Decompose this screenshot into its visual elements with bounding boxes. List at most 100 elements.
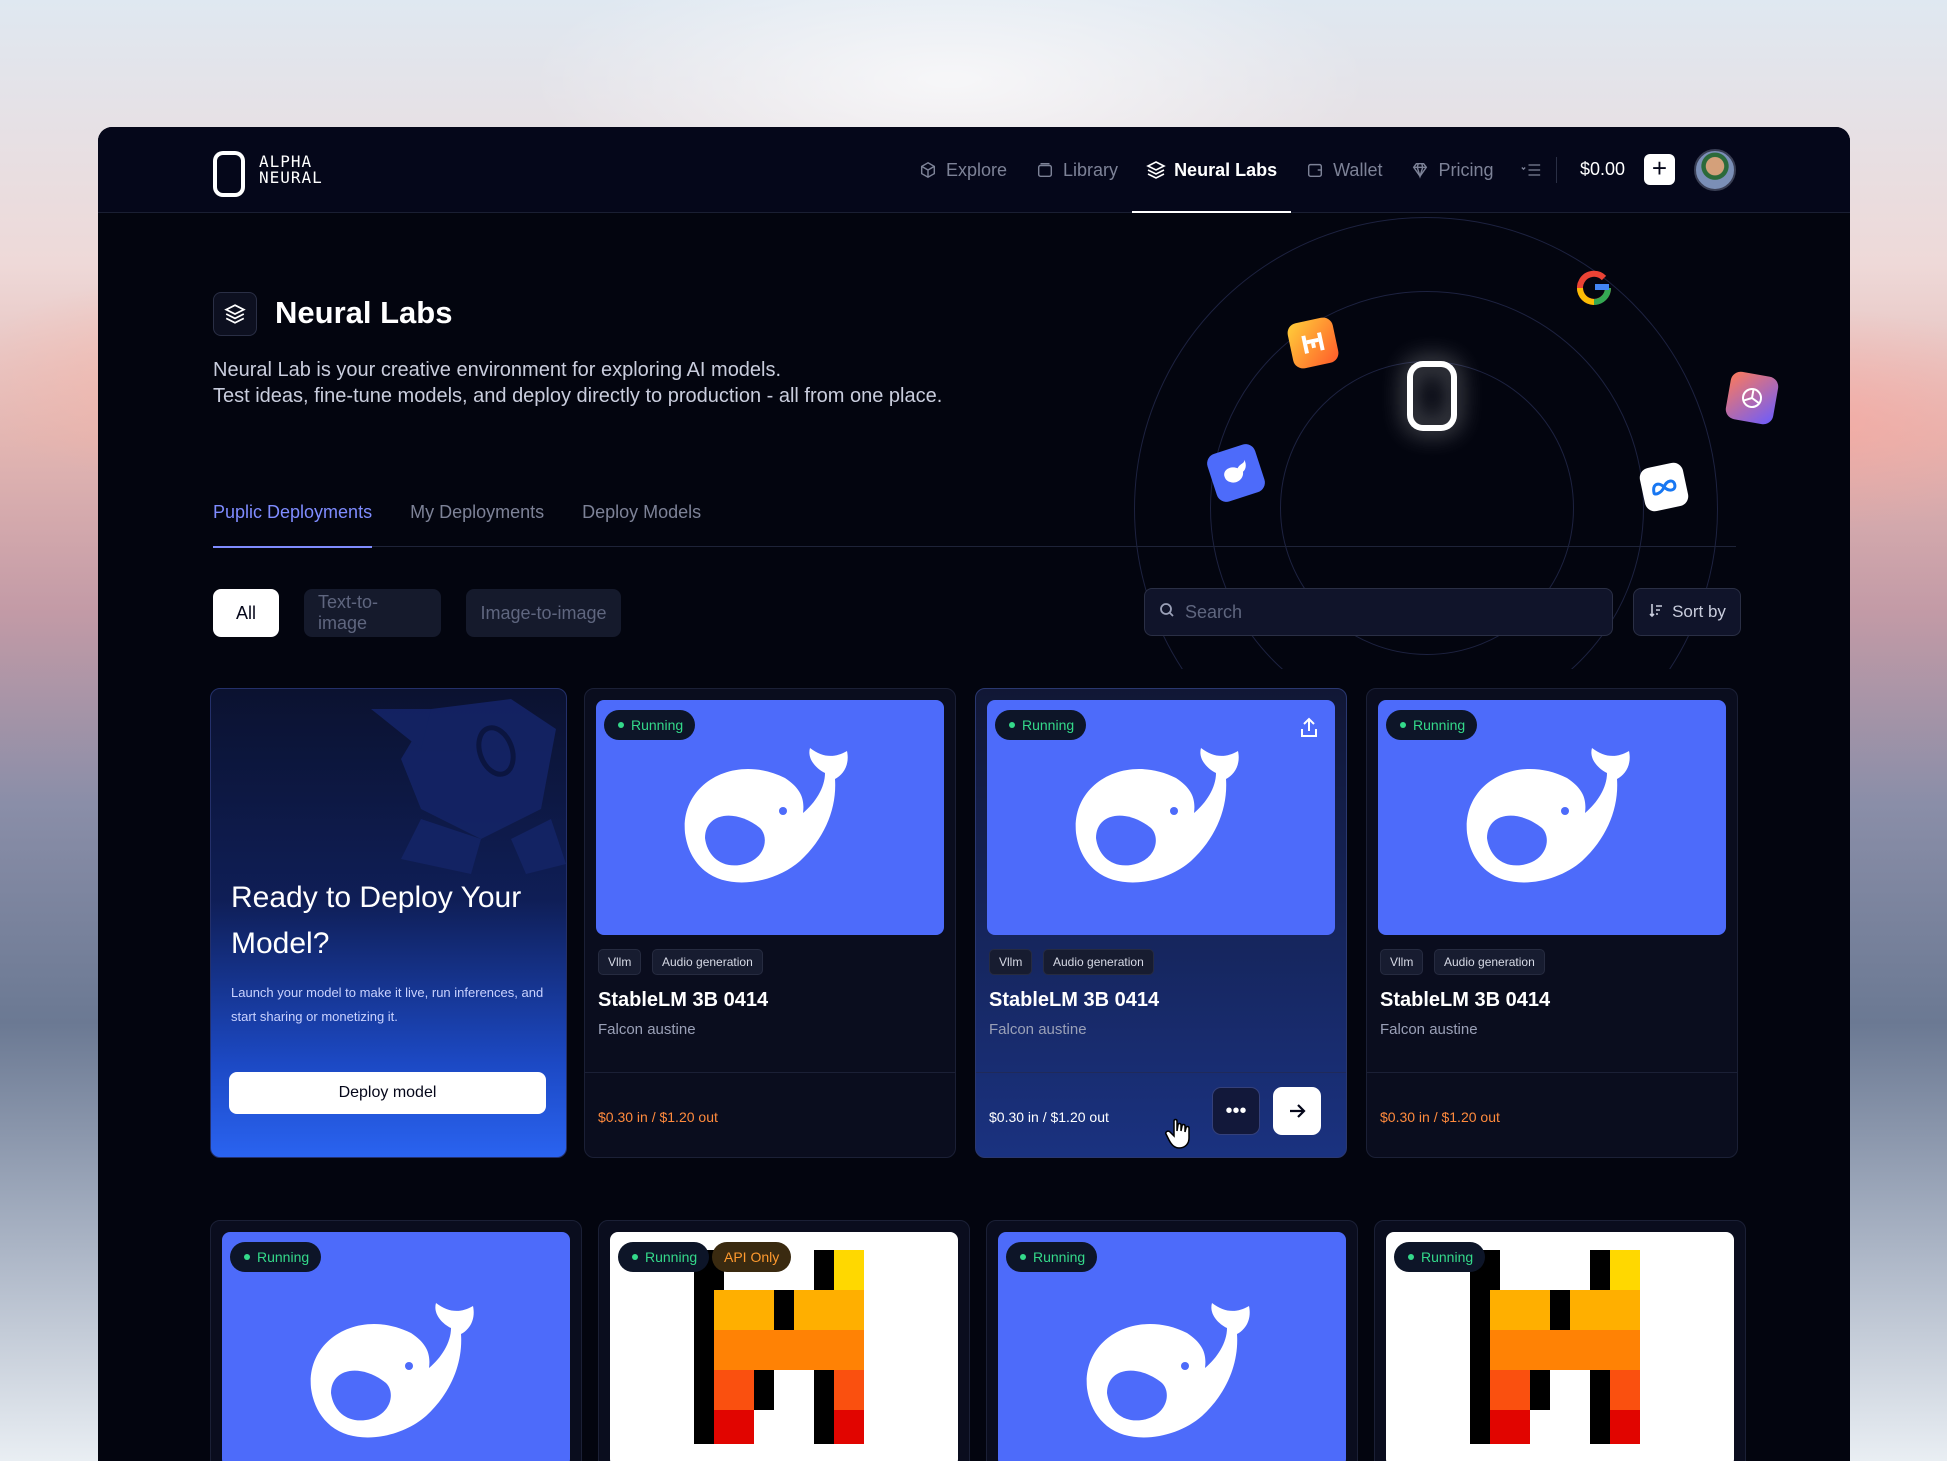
tab-public-deployments[interactable]: Puplic Deployments <box>213 502 373 548</box>
tag-audio-generation: Audio generation <box>652 949 763 975</box>
model-thumbnail: Running <box>1378 700 1726 935</box>
rocket-illustration <box>371 699 566 874</box>
status-badge: Running <box>1006 1242 1098 1272</box>
sort-icon <box>1648 602 1664 623</box>
nav-pricing-label: Pricing <box>1438 159 1494 180</box>
model-author: Falcon austine <box>989 1021 1087 1038</box>
card-divider <box>585 1072 955 1073</box>
openai-app-icon <box>1724 370 1780 426</box>
tab-my-deployments[interactable]: My Deployments <box>410 502 544 547</box>
model-price: $0.30 in / $1.20 out <box>989 1109 1109 1125</box>
main-nav: Explore Library Neural Labs Wallet Prici… <box>904 127 1555 213</box>
status-badge: Running <box>1386 710 1478 740</box>
model-thumbnail: Running <box>596 700 944 935</box>
cube-icon <box>918 160 938 180</box>
model-card[interactable]: Running <box>1374 1220 1746 1461</box>
add-funds-button[interactable]: + <box>1644 154 1675 185</box>
search-box <box>1144 588 1613 636</box>
brand-name: ALPHA NEURAL <box>259 154 323 186</box>
model-thumbnail: Running <box>987 700 1335 935</box>
tag-vllm: Vllm <box>1380 949 1424 975</box>
status-badge: Running <box>618 1242 710 1272</box>
search-icon <box>1159 602 1175 623</box>
open-model-button[interactable] <box>1273 1087 1321 1135</box>
page-description: Neural Lab is your creative environment … <box>213 357 1013 409</box>
arrow-right-icon <box>1290 1104 1306 1118</box>
mistral-app-icon <box>1285 315 1341 371</box>
deploy-promo-card: Ready to Deploy Your Model? Launch your … <box>210 688 567 1158</box>
model-title: StableLM 3B 0414 <box>598 989 769 1011</box>
model-thumbnail: Running <box>1386 1232 1734 1461</box>
deepseek-whale-icon <box>684 747 848 882</box>
more-options-button[interactable]: ••• <box>1212 1087 1260 1135</box>
nav-wallet[interactable]: Wallet <box>1291 127 1396 213</box>
layers-icon <box>1146 160 1166 180</box>
nav-explore[interactable]: Explore <box>904 127 1021 213</box>
status-badge: Running <box>604 710 696 740</box>
alpha-neural-glow-logo <box>1407 361 1457 431</box>
nav-neural-labs[interactable]: Neural Labs <box>1132 127 1292 213</box>
menu-icon <box>1521 160 1541 180</box>
menu-button[interactable] <box>1507 127 1555 213</box>
description-line-2: Test ideas, fine-tune models, and deploy… <box>213 385 943 407</box>
tag-audio-generation: Audio generation <box>1043 949 1154 975</box>
app-window: ALPHA NEURAL Explore Library Neural Labs… <box>98 127 1850 1461</box>
deploy-model-button[interactable]: Deploy model <box>229 1072 546 1114</box>
neural-labs-icon <box>213 292 257 336</box>
nav-divider <box>1556 157 1557 183</box>
deploy-card-title: Ready to Deploy Your Model? <box>231 881 522 960</box>
nav-wallet-label: Wallet <box>1333 159 1383 180</box>
model-author: Falcon austine <box>1380 1021 1478 1038</box>
sort-label: Sort by <box>1672 602 1726 621</box>
model-thumbnail: Running <box>998 1232 1346 1461</box>
wallet-icon <box>1305 160 1325 180</box>
model-price: $0.30 in / $1.20 out <box>598 1109 718 1125</box>
model-author: Falcon austine <box>598 1021 696 1038</box>
brand-logo-icon <box>213 151 245 197</box>
model-card[interactable]: Running Vllm Audio generation StableLM 3… <box>584 688 956 1158</box>
search-input[interactable] <box>1185 601 1585 623</box>
share-icon[interactable] <box>1297 716 1321 740</box>
api-only-badge: API Only <box>712 1242 792 1272</box>
wallet-balance: $0.00 <box>1580 159 1626 179</box>
filter-text-to-image[interactable]: Text-to-image <box>304 589 441 637</box>
model-title: StableLM 3B 0414 <box>1380 989 1551 1011</box>
model-card[interactable]: Running Vllm Audio generation StableLM 3… <box>1366 688 1738 1158</box>
mistral-logo-icon <box>674 1250 886 1444</box>
model-price: $0.30 in / $1.20 out <box>1380 1109 1500 1125</box>
model-card[interactable]: Running API Only <box>598 1220 970 1461</box>
model-thumbnail: Running API Only <box>610 1232 958 1461</box>
card-divider <box>1367 1072 1737 1073</box>
deepseek-whale-icon <box>1466 747 1630 882</box>
model-title: StableLM 3B 0414 <box>989 989 1160 1011</box>
library-icon <box>1035 160 1055 180</box>
tag-vllm: Vllm <box>598 949 642 975</box>
diamond-icon <box>1410 160 1430 180</box>
model-card[interactable]: Running <box>986 1220 1358 1461</box>
nav-explore-label: Explore <box>946 159 1008 180</box>
top-navigation: ALPHA NEURAL Explore Library Neural Labs… <box>98 127 1850 213</box>
tag-vllm: Vllm <box>989 949 1033 975</box>
user-avatar[interactable] <box>1694 149 1736 191</box>
ellipsis-icon: ••• <box>1225 1099 1247 1122</box>
deepseek-whale-icon <box>310 1303 474 1438</box>
hand-cursor-icon <box>1165 1118 1190 1149</box>
tab-deploy-models[interactable]: Deploy Models <box>582 502 701 547</box>
deepseek-whale-icon <box>1075 747 1239 882</box>
description-line-1: Neural Lab is your creative environment … <box>213 359 782 381</box>
nav-library[interactable]: Library <box>1021 127 1132 213</box>
nav-neural-labs-label: Neural Labs <box>1174 159 1278 180</box>
google-app-icon <box>1571 265 1617 311</box>
tag-audio-generation: Audio generation <box>1434 949 1545 975</box>
filter-all[interactable]: All <box>213 589 279 637</box>
model-card[interactable]: Running <box>210 1220 582 1461</box>
nav-pricing[interactable]: Pricing <box>1396 127 1507 213</box>
sort-button[interactable]: Sort by <box>1633 588 1741 636</box>
model-thumbnail: Running <box>222 1232 570 1461</box>
deepseek-whale-icon <box>1086 1303 1250 1438</box>
brand-line-2: NEURAL <box>259 168 323 187</box>
filter-image-to-image[interactable]: Image-to-image <box>466 589 621 637</box>
mistral-logo-icon <box>1450 1250 1662 1444</box>
brand-logo[interactable]: ALPHA NEURAL <box>213 151 323 197</box>
model-card-hovered[interactable]: Running Vllm Audio generation StableLM 3… <box>975 688 1347 1158</box>
